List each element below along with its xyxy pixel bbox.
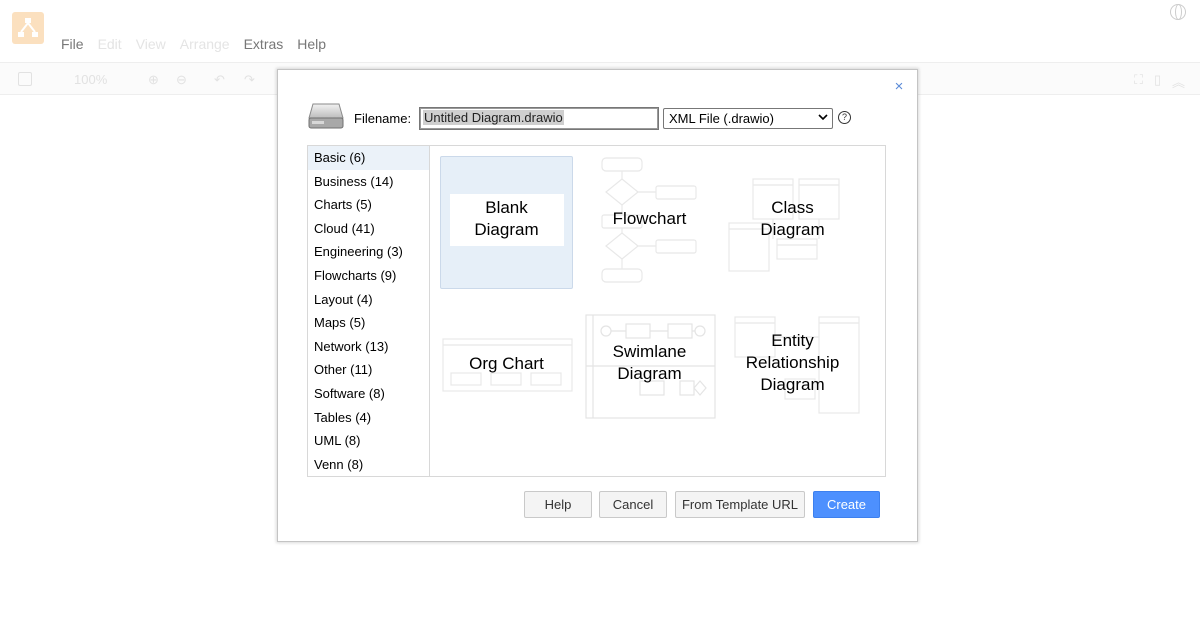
- menu-edit: Edit: [97, 36, 122, 52]
- category-business[interactable]: Business (14): [308, 170, 429, 194]
- template-label: Entity Relationship Diagram: [727, 330, 858, 396]
- category-maps[interactable]: Maps (5): [308, 311, 429, 335]
- zoom-out-icon: ⊖: [176, 72, 187, 87]
- template-label: Flowchart: [584, 208, 715, 230]
- chevron-down-icon: [818, 114, 828, 121]
- format-panel-icon: ▯: [1154, 72, 1162, 87]
- create-button[interactable]: Create: [813, 491, 880, 518]
- template-label: Swimlane Diagram: [584, 341, 715, 385]
- filename-value: Untitled Diagram.drawio: [423, 110, 564, 125]
- menu-file[interactable]: File: [61, 36, 84, 54]
- template-label-line: Entity: [771, 331, 814, 350]
- category-charts[interactable]: Charts (5): [308, 193, 429, 217]
- template-label-line: Diagram: [474, 220, 539, 239]
- zoom-level: 100%: [74, 72, 108, 87]
- filename-input[interactable]: Untitled Diagram.drawio: [419, 107, 659, 130]
- template-label-line: Flowchart: [612, 209, 687, 228]
- category-tables[interactable]: Tables (4): [308, 406, 429, 430]
- menu-view: View: [135, 36, 166, 52]
- drawio-logo-icon: [12, 12, 44, 44]
- template-blank-diagram[interactable]: Blank Diagram: [440, 156, 573, 289]
- category-uml[interactable]: UML (8): [308, 429, 429, 453]
- template-label-line: Relationship: [745, 353, 840, 372]
- category-engineering[interactable]: Engineering (3): [308, 240, 429, 264]
- template-class-diagram[interactable]: Class Diagram: [726, 156, 859, 289]
- template-flowchart[interactable]: Flowchart: [583, 156, 716, 289]
- menu-bar: File Edit View Arrange Extras Help: [61, 36, 326, 54]
- language-globe-icon[interactable]: [1170, 4, 1186, 20]
- template-label-line: Class: [771, 198, 814, 217]
- category-other[interactable]: Other (11): [308, 358, 429, 382]
- menu-extras[interactable]: Extras: [244, 36, 284, 54]
- redo-icon: ↷: [244, 72, 255, 87]
- category-software[interactable]: Software (8): [308, 382, 429, 406]
- category-layout[interactable]: Layout (4): [308, 288, 429, 312]
- template-label-line: Org Chart: [469, 354, 544, 373]
- template-label: Blank Diagram: [441, 197, 572, 241]
- hard-drive-icon: [308, 100, 344, 130]
- menu-arrange: Arrange: [179, 36, 230, 52]
- help-icon[interactable]: ?: [838, 111, 851, 124]
- file-format-value: XML File (.drawio): [669, 111, 774, 126]
- template-label-line: Diagram: [617, 364, 682, 383]
- template-swimlane-diagram[interactable]: Swimlane Diagram: [583, 298, 716, 431]
- zoom-in-icon: ⊕: [148, 72, 159, 87]
- category-venn[interactable]: Venn (8): [308, 453, 429, 477]
- cancel-button[interactable]: Cancel: [599, 491, 667, 518]
- template-label: Org Chart: [441, 353, 572, 375]
- template-label-line: Diagram: [760, 375, 825, 394]
- category-basic[interactable]: Basic (6): [308, 146, 429, 170]
- template-label-line: Blank: [485, 198, 528, 217]
- category-list: Basic (6) Business (14) Charts (5) Cloud…: [308, 146, 430, 476]
- category-flowcharts[interactable]: Flowcharts (9): [308, 264, 429, 288]
- filename-label: Filename:: [354, 111, 412, 126]
- template-org-chart[interactable]: Org Chart: [440, 298, 573, 431]
- help-button[interactable]: Help: [524, 491, 592, 518]
- fullscreen-icon: ⛶: [1134, 72, 1144, 87]
- category-cloud[interactable]: Cloud (41): [308, 217, 429, 241]
- panel-toggle-icon: [18, 72, 32, 86]
- file-format-select[interactable]: XML File (.drawio): [663, 108, 833, 129]
- new-diagram-dialog: × Filename: Untitled Diagram.drawio XML …: [277, 69, 918, 542]
- template-label: Class Diagram: [727, 197, 858, 241]
- menu-help[interactable]: Help: [297, 36, 326, 54]
- collapse-icon: ︽: [1172, 75, 1186, 90]
- close-icon[interactable]: ×: [891, 79, 907, 95]
- category-network[interactable]: Network (13): [308, 335, 429, 359]
- template-er-diagram[interactable]: Entity Relationship Diagram: [726, 298, 860, 431]
- undo-icon: ↶: [214, 72, 225, 87]
- template-label-line: Swimlane: [612, 342, 687, 361]
- from-template-url-button[interactable]: From Template URL: [675, 491, 805, 518]
- template-panel: Basic (6) Business (14) Charts (5) Cloud…: [307, 145, 886, 477]
- template-label-line: Diagram: [760, 220, 825, 239]
